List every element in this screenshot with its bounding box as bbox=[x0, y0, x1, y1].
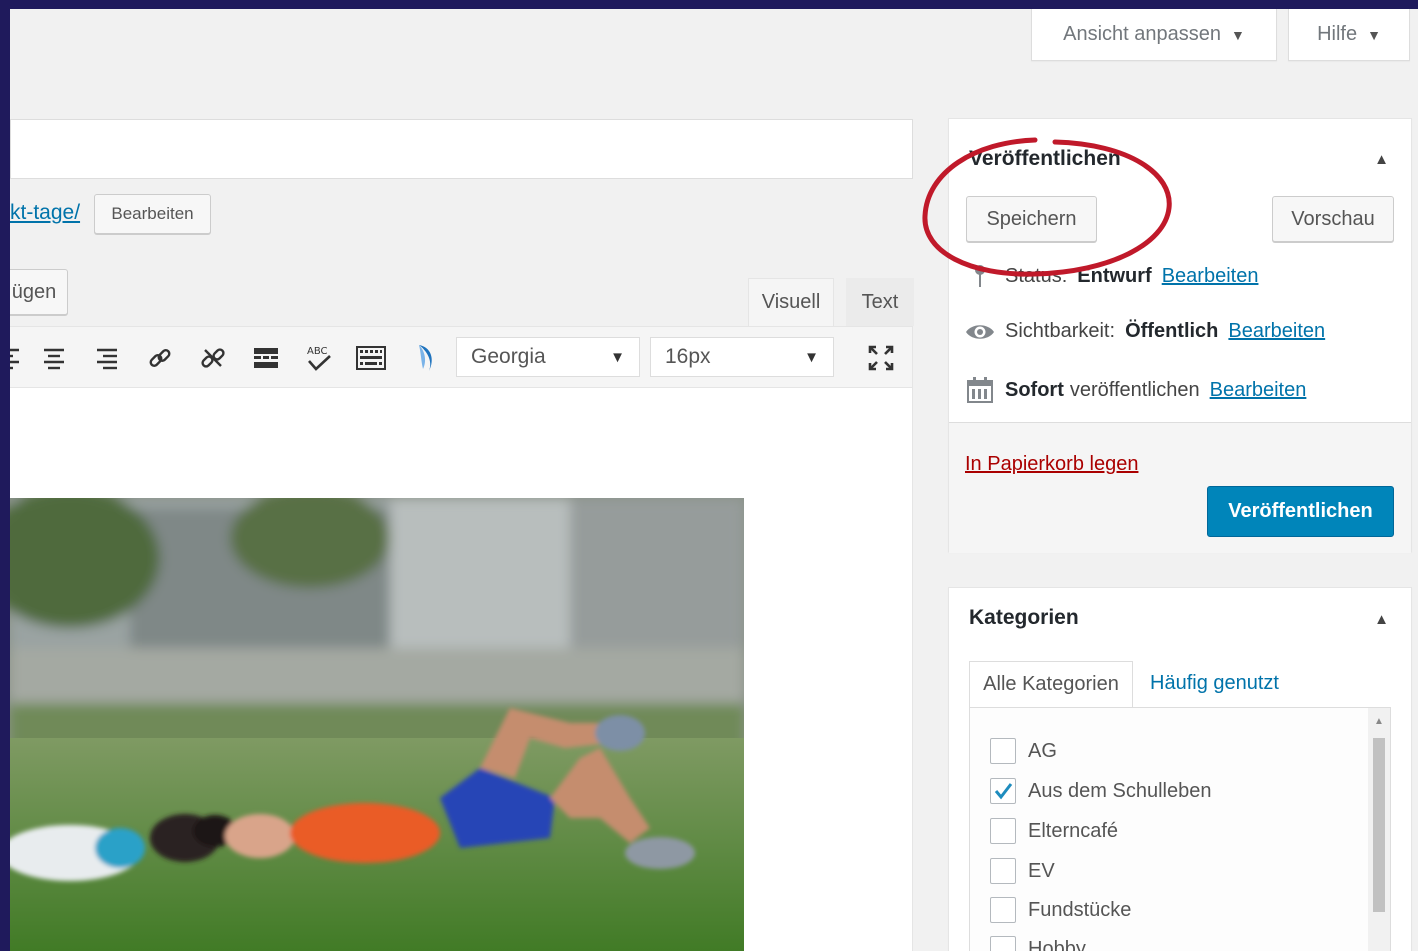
eye-icon bbox=[965, 322, 995, 342]
caret-down-icon: ▼ bbox=[610, 349, 625, 366]
permalink-edit-button[interactable]: Bearbeiten bbox=[94, 194, 211, 234]
align-left-icon[interactable] bbox=[10, 341, 26, 375]
move-to-trash-link[interactable]: In Papierkorb legen bbox=[965, 453, 1138, 476]
font-size-value: 16px bbox=[665, 345, 711, 368]
scrollbar[interactable]: ▲ bbox=[1368, 708, 1390, 951]
checkbox[interactable] bbox=[990, 897, 1016, 923]
publish-actions: In Papierkorb legen Veröffentlichen bbox=[949, 422, 1411, 553]
align-center-icon[interactable] bbox=[37, 341, 71, 375]
category-label: Elterncafé bbox=[1028, 819, 1119, 842]
permalink-link[interactable]: kt-tage/ bbox=[10, 201, 80, 225]
collapse-arrow-icon[interactable]: ▲ bbox=[1374, 611, 1389, 628]
annotation-circle bbox=[922, 137, 1172, 277]
category-label: EV bbox=[1028, 859, 1055, 882]
edit-visibility-link[interactable]: Bearbeiten bbox=[1228, 320, 1325, 343]
checkbox[interactable] bbox=[990, 738, 1016, 764]
checkbox[interactable] bbox=[990, 778, 1016, 804]
category-label: Fundstücke bbox=[1028, 898, 1132, 921]
category-item[interactable]: Hobby bbox=[990, 936, 1086, 951]
publish-button[interactable]: Veröffentlichen bbox=[1207, 486, 1394, 537]
svg-text:ABC: ABC bbox=[307, 346, 328, 357]
category-label: AG bbox=[1028, 739, 1057, 762]
font-family-select[interactable]: Georgia ▼ bbox=[456, 337, 640, 377]
category-checklist: AG Aus dem Schulleben Elterncafé EV Fund… bbox=[969, 707, 1391, 951]
read-more-icon[interactable] bbox=[249, 341, 283, 375]
screen-options-label: Ansicht anpassen bbox=[1063, 23, 1222, 45]
collapse-arrow-icon[interactable]: ▲ bbox=[1374, 151, 1389, 168]
checkbox[interactable] bbox=[990, 858, 1016, 884]
tab-all-categories[interactable]: Alle Kategorien bbox=[969, 661, 1133, 708]
content-image[interactable] bbox=[10, 498, 744, 951]
add-media-button[interactable]: ügen bbox=[10, 269, 68, 315]
plugin-icon[interactable] bbox=[408, 341, 442, 375]
insert-link-icon[interactable] bbox=[143, 341, 177, 375]
category-item[interactable]: EV bbox=[990, 858, 1055, 884]
schedule-label: veröffentlichen bbox=[1069, 378, 1200, 401]
caret-down-icon: ▼ bbox=[1231, 26, 1245, 43]
visibility-value: Öffentlich bbox=[1125, 320, 1219, 342]
scrollbar-thumb[interactable] bbox=[1373, 738, 1385, 912]
checkmark-icon bbox=[994, 783, 1013, 800]
align-right-icon[interactable] bbox=[90, 341, 124, 375]
help-button[interactable]: Hilfe ▼ bbox=[1288, 9, 1410, 61]
remove-link-icon[interactable] bbox=[196, 341, 230, 375]
font-size-select[interactable]: 16px ▼ bbox=[650, 337, 834, 377]
preview-button[interactable]: Vorschau bbox=[1272, 196, 1394, 242]
checkbox[interactable] bbox=[990, 936, 1016, 951]
calendar-icon bbox=[965, 376, 995, 404]
app-frame: Ansicht anpassen ▼ Hilfe ▼ kt-tage/ Bear… bbox=[10, 9, 1418, 951]
schedule-row: Sofort veröffentlichen Bearbeiten bbox=[965, 376, 1306, 404]
help-label: Hilfe bbox=[1317, 23, 1358, 45]
spellcheck-icon[interactable]: ABC bbox=[302, 341, 336, 375]
checkbox[interactable] bbox=[990, 818, 1016, 844]
category-item[interactable]: Elterncafé bbox=[990, 818, 1118, 844]
font-family-value: Georgia bbox=[471, 345, 546, 368]
edit-schedule-link[interactable]: Bearbeiten bbox=[1210, 379, 1307, 402]
caret-down-icon: ▼ bbox=[804, 349, 819, 366]
scroll-up-arrow-icon[interactable]: ▲ bbox=[1374, 716, 1384, 727]
visibility-row: Sichtbarkeit: Öffentlich Bearbeiten bbox=[965, 320, 1325, 343]
tab-text[interactable]: Text bbox=[846, 278, 914, 326]
categories-box: Kategorien ▲ Alle Kategorien Häufig genu… bbox=[948, 587, 1412, 951]
tab-visual[interactable]: Visuell bbox=[748, 278, 834, 326]
schedule-value: Sofort bbox=[1005, 378, 1064, 401]
post-title-input[interactable] bbox=[10, 119, 913, 179]
fullscreen-icon[interactable] bbox=[864, 341, 898, 375]
visibility-label: Sichtbarkeit: bbox=[1005, 320, 1116, 342]
category-item[interactable]: AG bbox=[990, 738, 1057, 764]
categories-box-title: Kategorien bbox=[969, 606, 1079, 629]
category-item[interactable]: Fundstücke bbox=[990, 897, 1131, 923]
category-label: Aus dem Schulleben bbox=[1028, 779, 1212, 802]
category-label: Hobby bbox=[1028, 937, 1086, 951]
editor-toolbar: ABC Georgia ▼ 16px ▼ bbox=[10, 326, 913, 388]
keyboard-icon[interactable] bbox=[354, 341, 388, 375]
category-item[interactable]: Aus dem Schulleben bbox=[990, 778, 1211, 804]
caret-down-icon: ▼ bbox=[1367, 26, 1381, 43]
tab-most-used[interactable]: Häufig genutzt bbox=[1150, 672, 1279, 695]
screen-options-button[interactable]: Ansicht anpassen ▼ bbox=[1031, 9, 1277, 61]
